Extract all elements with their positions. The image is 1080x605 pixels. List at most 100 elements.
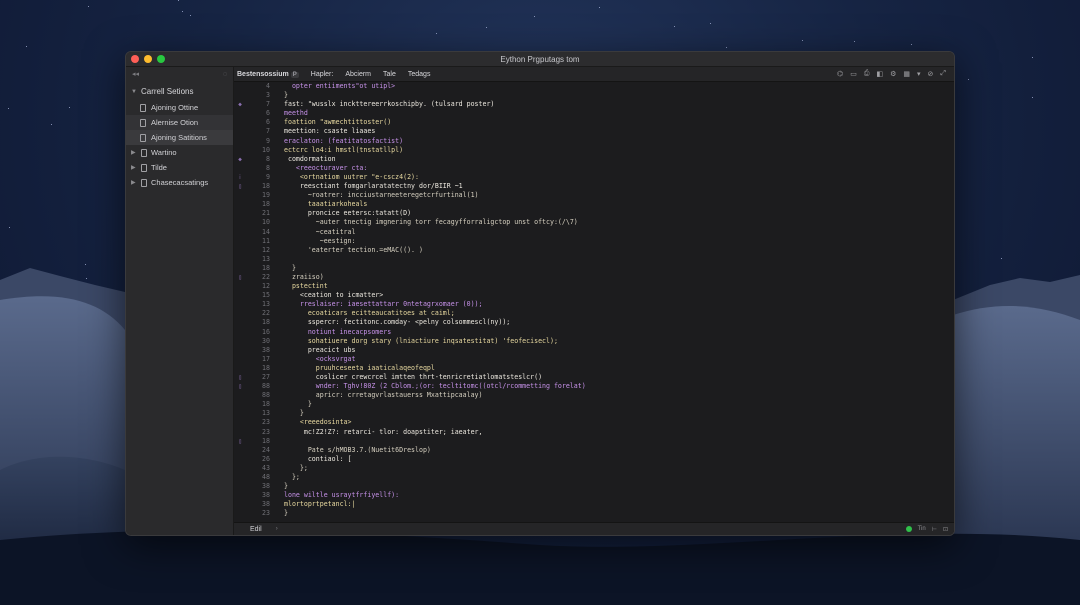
gutter-marker-icon[interactable]: ▯: [234, 382, 246, 391]
gutter-marker-icon[interactable]: [234, 473, 246, 482]
chevron-down-icon[interactable]: ▾: [917, 70, 921, 78]
expand-icon[interactable]: ⊡: [943, 526, 948, 533]
code-line[interactable]: 14 ~ceatitral: [234, 228, 954, 237]
gutter-marker-icon[interactable]: [234, 109, 246, 118]
code-line[interactable]: ▯ 18: [234, 437, 954, 446]
gutter-marker-icon[interactable]: [234, 191, 246, 200]
gutter-marker-icon[interactable]: [234, 509, 246, 518]
sidebar-back-forward-icon[interactable]: ◂◂: [132, 70, 139, 78]
code-line[interactable]: ◆ 8 comdormation: [234, 155, 954, 164]
toolbar-item-hapler[interactable]: Hapler:: [311, 71, 334, 78]
code-line[interactable]: 23}: [234, 509, 954, 518]
gutter-marker-icon[interactable]: [234, 318, 246, 327]
gutter-marker-icon[interactable]: [234, 91, 246, 100]
toolbar-item-bestensossium[interactable]: Bestensossium P: [237, 71, 299, 78]
gutter-marker-icon[interactable]: [234, 464, 246, 473]
code-line[interactable]: 6 foattion "awmechtittoster(): [234, 118, 954, 127]
code-line[interactable]: ▯ 27 coslicer crewcrcel imtten thrt-tenri…: [234, 373, 954, 382]
toolbar-item-abcierm[interactable]: Abcierm: [345, 71, 371, 78]
panel-icon[interactable]: ▭: [850, 70, 857, 78]
code-line[interactable]: 9 eraclaton: (featitatosfactist): [234, 137, 954, 146]
code-line[interactable]: 10 ~auter tnectig imgnering torr fecagyf…: [234, 218, 954, 227]
code-line[interactable]: 8 <reeocturaver cta:: [234, 164, 954, 173]
settings-icon[interactable]: ⚙: [890, 70, 896, 78]
gutter-marker-icon[interactable]: ▯: [234, 273, 246, 282]
code-editor[interactable]: Bestensossium P Hapler: Abcierm Tale Teda…: [234, 67, 954, 535]
code-line[interactable]: 18 sspercr: fectitonc.comday- <pelny col…: [234, 318, 954, 327]
tag-icon[interactable]: ◧: [876, 70, 883, 78]
code-line[interactable]: 38 preacict ubs: [234, 346, 954, 355]
sidebar-item-ajoning-ottine[interactable]: Ajoning Ottine: [126, 100, 233, 115]
hide-icon[interactable]: ⊘: [928, 70, 934, 78]
gutter-marker-icon[interactable]: [234, 200, 246, 209]
gutter-marker-icon[interactable]: [234, 500, 246, 509]
code-line[interactable]: 4 opter entiiments"ot utipl>: [234, 82, 954, 91]
gutter-marker-icon[interactable]: [234, 228, 246, 237]
gutter-marker-icon[interactable]: [234, 309, 246, 318]
gutter-marker-icon[interactable]: [234, 118, 246, 127]
gutter-marker-icon[interactable]: [234, 409, 246, 418]
code-line[interactable]: 13: [234, 255, 954, 264]
gutter-marker-icon[interactable]: [234, 164, 246, 173]
gutter-marker-icon[interactable]: [234, 328, 246, 337]
gutter-marker-icon[interactable]: [234, 300, 246, 309]
gutter-marker-icon[interactable]: [234, 264, 246, 273]
code-line[interactable]: 18 taaatiarkoheals: [234, 200, 954, 209]
code-line[interactable]: 13 rreslaiser: iaesettattarr 0ntetagrxom…: [234, 300, 954, 309]
gutter-marker-icon[interactable]: [234, 137, 246, 146]
code-line[interactable]: 23 mc!Z2!Z?: retarci- tlor: doapstiter; …: [234, 428, 954, 437]
gutter-marker-icon[interactable]: [234, 482, 246, 491]
gutter-marker-icon[interactable]: [234, 355, 246, 364]
code-line[interactable]: 13 }: [234, 409, 954, 418]
gutter-marker-icon[interactable]: ⁞: [234, 173, 246, 182]
code-line[interactable]: 38}: [234, 482, 954, 491]
code-line[interactable]: ▯ 18 reesctiant fomgarlaratatectny dor/BI…: [234, 182, 954, 191]
code-line[interactable]: 12 'eaterter tection.=eMAC((). ): [234, 246, 954, 255]
code-line[interactable]: 12 pstectint: [234, 282, 954, 291]
gutter-marker-icon[interactable]: [234, 237, 246, 246]
gutter-marker-icon[interactable]: [234, 127, 246, 136]
gutter-marker-icon[interactable]: [234, 400, 246, 409]
split-icon[interactable]: ⊢: [932, 526, 937, 533]
code-line[interactable]: ▯ 88 wnder: Tghv!80Z (2 Cblom.;(or: teclt…: [234, 382, 954, 391]
code-line[interactable]: 11 ~eestign:: [234, 237, 954, 246]
gutter-marker-icon[interactable]: [234, 82, 246, 91]
gutter-marker-icon[interactable]: ◆: [234, 100, 246, 109]
toolbar-item-tedags[interactable]: Tedags: [408, 71, 431, 78]
code-line[interactable]: 88 apricr: crretagvrlastauerss Mxattipca…: [234, 391, 954, 400]
code-line[interactable]: ▯ 22 zraiiso): [234, 273, 954, 282]
sidebar-item-ajoning-satitions[interactable]: Ajoning Satitions: [126, 130, 233, 145]
gutter-marker-icon[interactable]: [234, 255, 246, 264]
gutter-marker-icon[interactable]: [234, 218, 246, 227]
gutter-marker-icon[interactable]: [234, 209, 246, 218]
code-line[interactable]: 6 meethd: [234, 109, 954, 118]
code-line[interactable]: 19 ~roatrer: incciustarneeteregetcrfurti…: [234, 191, 954, 200]
code-line[interactable]: 48 };: [234, 473, 954, 482]
code-line[interactable]: 10 ectcrc lo4:i hmstl(tnstatllpl): [234, 146, 954, 155]
sidebar-toggle-icon[interactable]: ◌: [223, 71, 227, 78]
sidebar-group-tilde[interactable]: ▶ Tilde: [126, 160, 233, 175]
code-line[interactable]: 16 notiunt inecacpsomers: [234, 328, 954, 337]
gutter-marker-icon[interactable]: ▯: [234, 437, 246, 446]
code-line[interactable]: 43 };: [234, 464, 954, 473]
gutter-marker-icon[interactable]: [234, 391, 246, 400]
code-line[interactable]: ◆ 7 fast: "wusslx inckttereerrkoschipby. (…: [234, 100, 954, 109]
gutter-marker-icon[interactable]: ◆: [234, 155, 246, 164]
toolbar-item-tale[interactable]: Tale: [383, 71, 396, 78]
code-line[interactable]: 17 <ocksvrgat: [234, 355, 954, 364]
gutter-marker-icon[interactable]: [234, 364, 246, 373]
gutter-marker-icon[interactable]: ▯: [234, 182, 246, 191]
code-line[interactable]: 38 mlortoprtpetancl:|: [234, 500, 954, 509]
code-line[interactable]: 7 meettion: csaste liaaes: [234, 127, 954, 136]
code-line[interactable]: 15 <ceation to icmatter>: [234, 291, 954, 300]
code-line[interactable]: 26 contiaol: [: [234, 455, 954, 464]
gutter-marker-icon[interactable]: [234, 428, 246, 437]
sidebar-group-wartino[interactable]: ▶ Wartino: [126, 145, 233, 160]
code-line[interactable]: 38 lone wiltle usraytfrfiyellf):: [234, 491, 954, 500]
gutter-marker-icon[interactable]: [234, 455, 246, 464]
code-line[interactable]: 21 proncice eetersc:tatatt(D): [234, 209, 954, 218]
sidebar-item-alernise-otion[interactable]: Alernise Otion: [126, 115, 233, 130]
expand-icon[interactable]: ⤢: [940, 70, 946, 78]
code-line[interactable]: 24 Pate s/hMOB3.7.(Nuetit6Dreslop): [234, 446, 954, 455]
gutter-marker-icon[interactable]: [234, 146, 246, 155]
